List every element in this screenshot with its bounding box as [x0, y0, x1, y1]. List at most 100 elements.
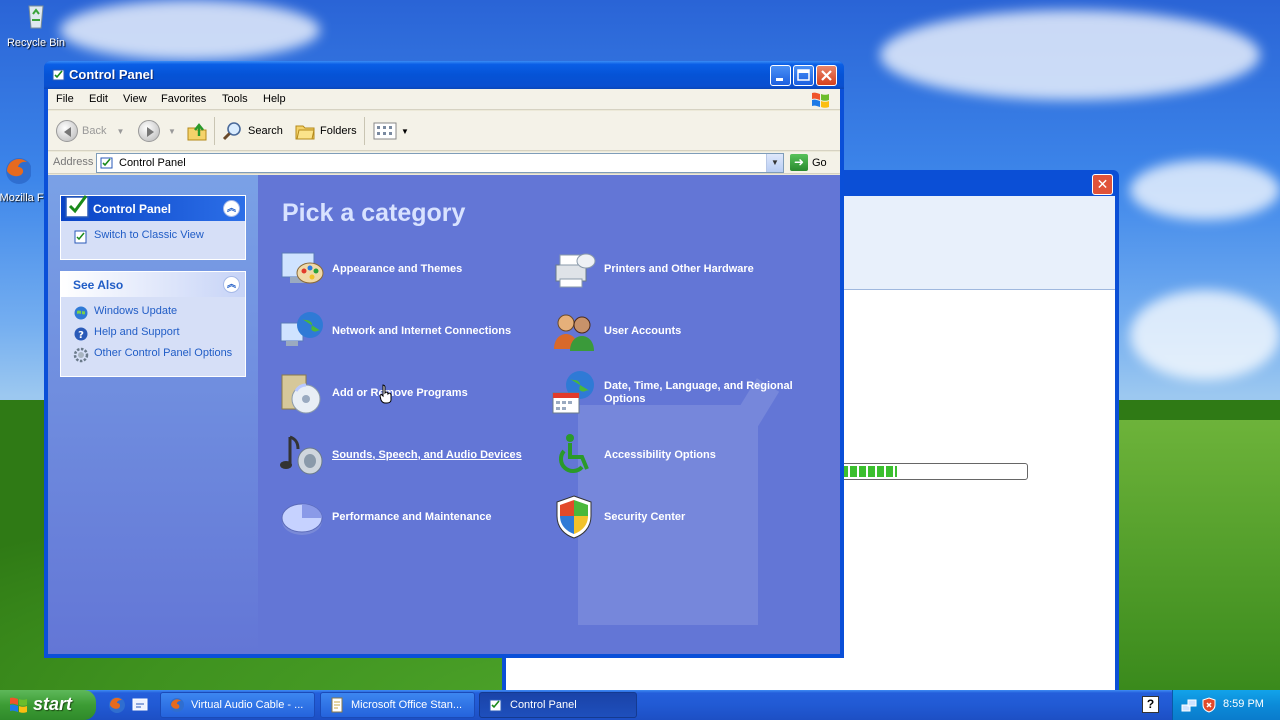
category-appearance-themes[interactable]: Appearance and Themes [278, 245, 538, 293]
install-progress-bar [838, 463, 1028, 480]
control-panel-icon [489, 699, 502, 712]
category-date-time-language[interactable]: Date, Time, Language, and Regional Optio… [550, 369, 810, 417]
category-label: Appearance and Themes [332, 262, 463, 275]
go-arrow-icon: ➜ [790, 154, 808, 171]
menu-view[interactable]: View [123, 93, 147, 105]
firefox-icon [6, 158, 32, 184]
category-sounds-speech-audio[interactable]: Sounds, Speech, and Audio Devices [278, 431, 538, 479]
minimize-button[interactable] [770, 65, 791, 86]
other-options-label: Other Control Panel Options [94, 347, 233, 359]
help-icon: ? [74, 327, 88, 341]
go-label: Go [812, 156, 827, 169]
taskbar-item-office-setup[interactable]: Microsoft Office Stan... [320, 692, 475, 718]
search-label: Search [248, 125, 283, 137]
switch-classic-view-link[interactable]: Switch to Classic View [73, 229, 239, 245]
maximize-button[interactable] [793, 65, 814, 86]
switch-classic-view-label: Switch to Classic View [94, 229, 204, 241]
see-also-box-body: Windows Update ? Help and Support Other … [61, 297, 245, 376]
address-dropdown-button[interactable]: ▼ [766, 154, 783, 172]
see-also-box-header[interactable]: See Also ︽ [61, 272, 245, 297]
firefox-icon [170, 698, 184, 712]
start-button[interactable]: start [0, 690, 96, 720]
clock[interactable]: 8:59 PM [1223, 698, 1264, 710]
address-input[interactable]: Control Panel ▼ [96, 153, 784, 173]
category-printers-hardware[interactable]: Printers and Other Hardware [550, 245, 810, 293]
taskbar-item-label: Microsoft Office Stan... [351, 699, 463, 711]
performance-pie-icon [281, 503, 323, 535]
control-panel-box-header[interactable]: Control Panel ︽ [61, 195, 245, 221]
taskbar: start Virtual Audio Cable - ... Microsof… [0, 690, 1280, 720]
toolbar-separator [214, 117, 215, 145]
control-panel-box: Control Panel ︽ Switch to Classic View [60, 195, 246, 260]
cloud [1130, 290, 1280, 380]
category-add-remove-programs[interactable]: Add or Remove Programs [278, 369, 538, 417]
category-label: Network and Internet Connections [332, 324, 512, 337]
search-icon [222, 122, 241, 141]
address-label: Address [53, 156, 94, 168]
folders-button[interactable]: Folders [294, 119, 357, 143]
windows-flag-icon [10, 697, 27, 713]
category-label: Security Center [604, 510, 686, 523]
window-client: File Edit View Favorites Tools Help Back… [48, 89, 840, 654]
window-titlebar[interactable]: Control Panel [44, 61, 844, 89]
views-button[interactable]: ▼ [373, 119, 409, 143]
menu-edit[interactable]: Edit [89, 93, 108, 105]
taskbar-item-virtual-audio-cable[interactable]: Virtual Audio Cable - ... [160, 692, 315, 718]
up-folder-button[interactable] [186, 119, 208, 143]
hand-cursor-icon [379, 384, 392, 404]
help-button[interactable]: ? [1142, 696, 1159, 713]
forward-button[interactable]: ▼ [138, 119, 176, 143]
back-arrow-icon [56, 120, 78, 142]
menu-tools[interactable]: Tools [222, 93, 248, 105]
desktop-icon-label: Recycle Bin [6, 37, 66, 49]
category-label: Printers and Other Hardware [604, 262, 754, 275]
page-title: Pick a category [282, 199, 466, 227]
category-performance-maintenance[interactable]: Performance and Maintenance [278, 493, 538, 541]
chevron-down-icon: ▼ [401, 126, 409, 136]
category-accessibility[interactable]: Accessibility Options [550, 431, 810, 479]
category-user-accounts[interactable]: User Accounts [550, 307, 810, 355]
category-security-center[interactable]: Security Center [550, 493, 810, 541]
control-panel-window[interactable]: Control Panel File Edit View Favorites T… [44, 61, 844, 658]
other-control-panel-options-link[interactable]: Other Control Panel Options [73, 347, 239, 363]
taskbar-item-control-panel[interactable]: Control Panel [479, 692, 637, 718]
menu-bar: File Edit View Favorites Tools Help [48, 89, 840, 110]
back-button[interactable]: Back ▼ [56, 119, 124, 143]
recycle-bin-icon [28, 5, 44, 29]
windows-update-icon [74, 306, 88, 320]
menu-favorites[interactable]: Favorites [161, 93, 206, 105]
svg-text:?: ? [78, 330, 84, 341]
see-also-title: See Also [73, 278, 124, 292]
menu-help[interactable]: Help [263, 93, 286, 105]
control-panel-box-body: Switch to Classic View [61, 221, 245, 259]
close-button[interactable] [816, 65, 837, 86]
search-button[interactable]: Search [222, 119, 283, 143]
toolbar-separator [364, 117, 365, 145]
show-desktop-icon[interactable] [131, 696, 149, 714]
desktop-icon-recycle-bin[interactable]: Recycle Bin [1, 0, 71, 49]
security-alert-icon[interactable] [1201, 697, 1217, 713]
desktop-icon-mozilla-firefox[interactable]: Mozilla Fi [0, 155, 50, 204]
network-tray-icon[interactable] [1181, 697, 1197, 713]
network-globe-icon [280, 312, 323, 346]
category-network-internet[interactable]: Network and Internet Connections [278, 307, 538, 355]
forward-arrow-icon [138, 120, 160, 142]
folders-label: Folders [320, 125, 357, 137]
category-pane: Pick a category Appearance and Themes Ne… [258, 175, 840, 654]
appearance-themes-icon [281, 252, 324, 284]
up-folder-icon [187, 123, 207, 141]
taskbar-item-label: Virtual Audio Cable - ... [191, 699, 304, 711]
go-button[interactable]: ➜ Go [790, 154, 827, 171]
accessibility-icon [558, 434, 589, 474]
category-label: Accessibility Options [604, 448, 716, 461]
category-label: Date, Time, Language, and Regional Optio… [604, 380, 793, 405]
help-support-link[interactable]: ? Help and Support [73, 326, 239, 342]
collapse-chevron-icon[interactable]: ︽ [223, 276, 240, 293]
control-panel-box-title: Control Panel [93, 202, 172, 216]
menu-file[interactable]: File [56, 93, 74, 105]
collapse-chevron-icon[interactable]: ︽ [223, 200, 240, 217]
firefox-icon[interactable] [108, 696, 126, 714]
background-window-close-button[interactable]: ✕ [1092, 174, 1113, 195]
windows-update-link[interactable]: Windows Update [73, 305, 239, 321]
add-remove-programs-icon [281, 374, 321, 414]
